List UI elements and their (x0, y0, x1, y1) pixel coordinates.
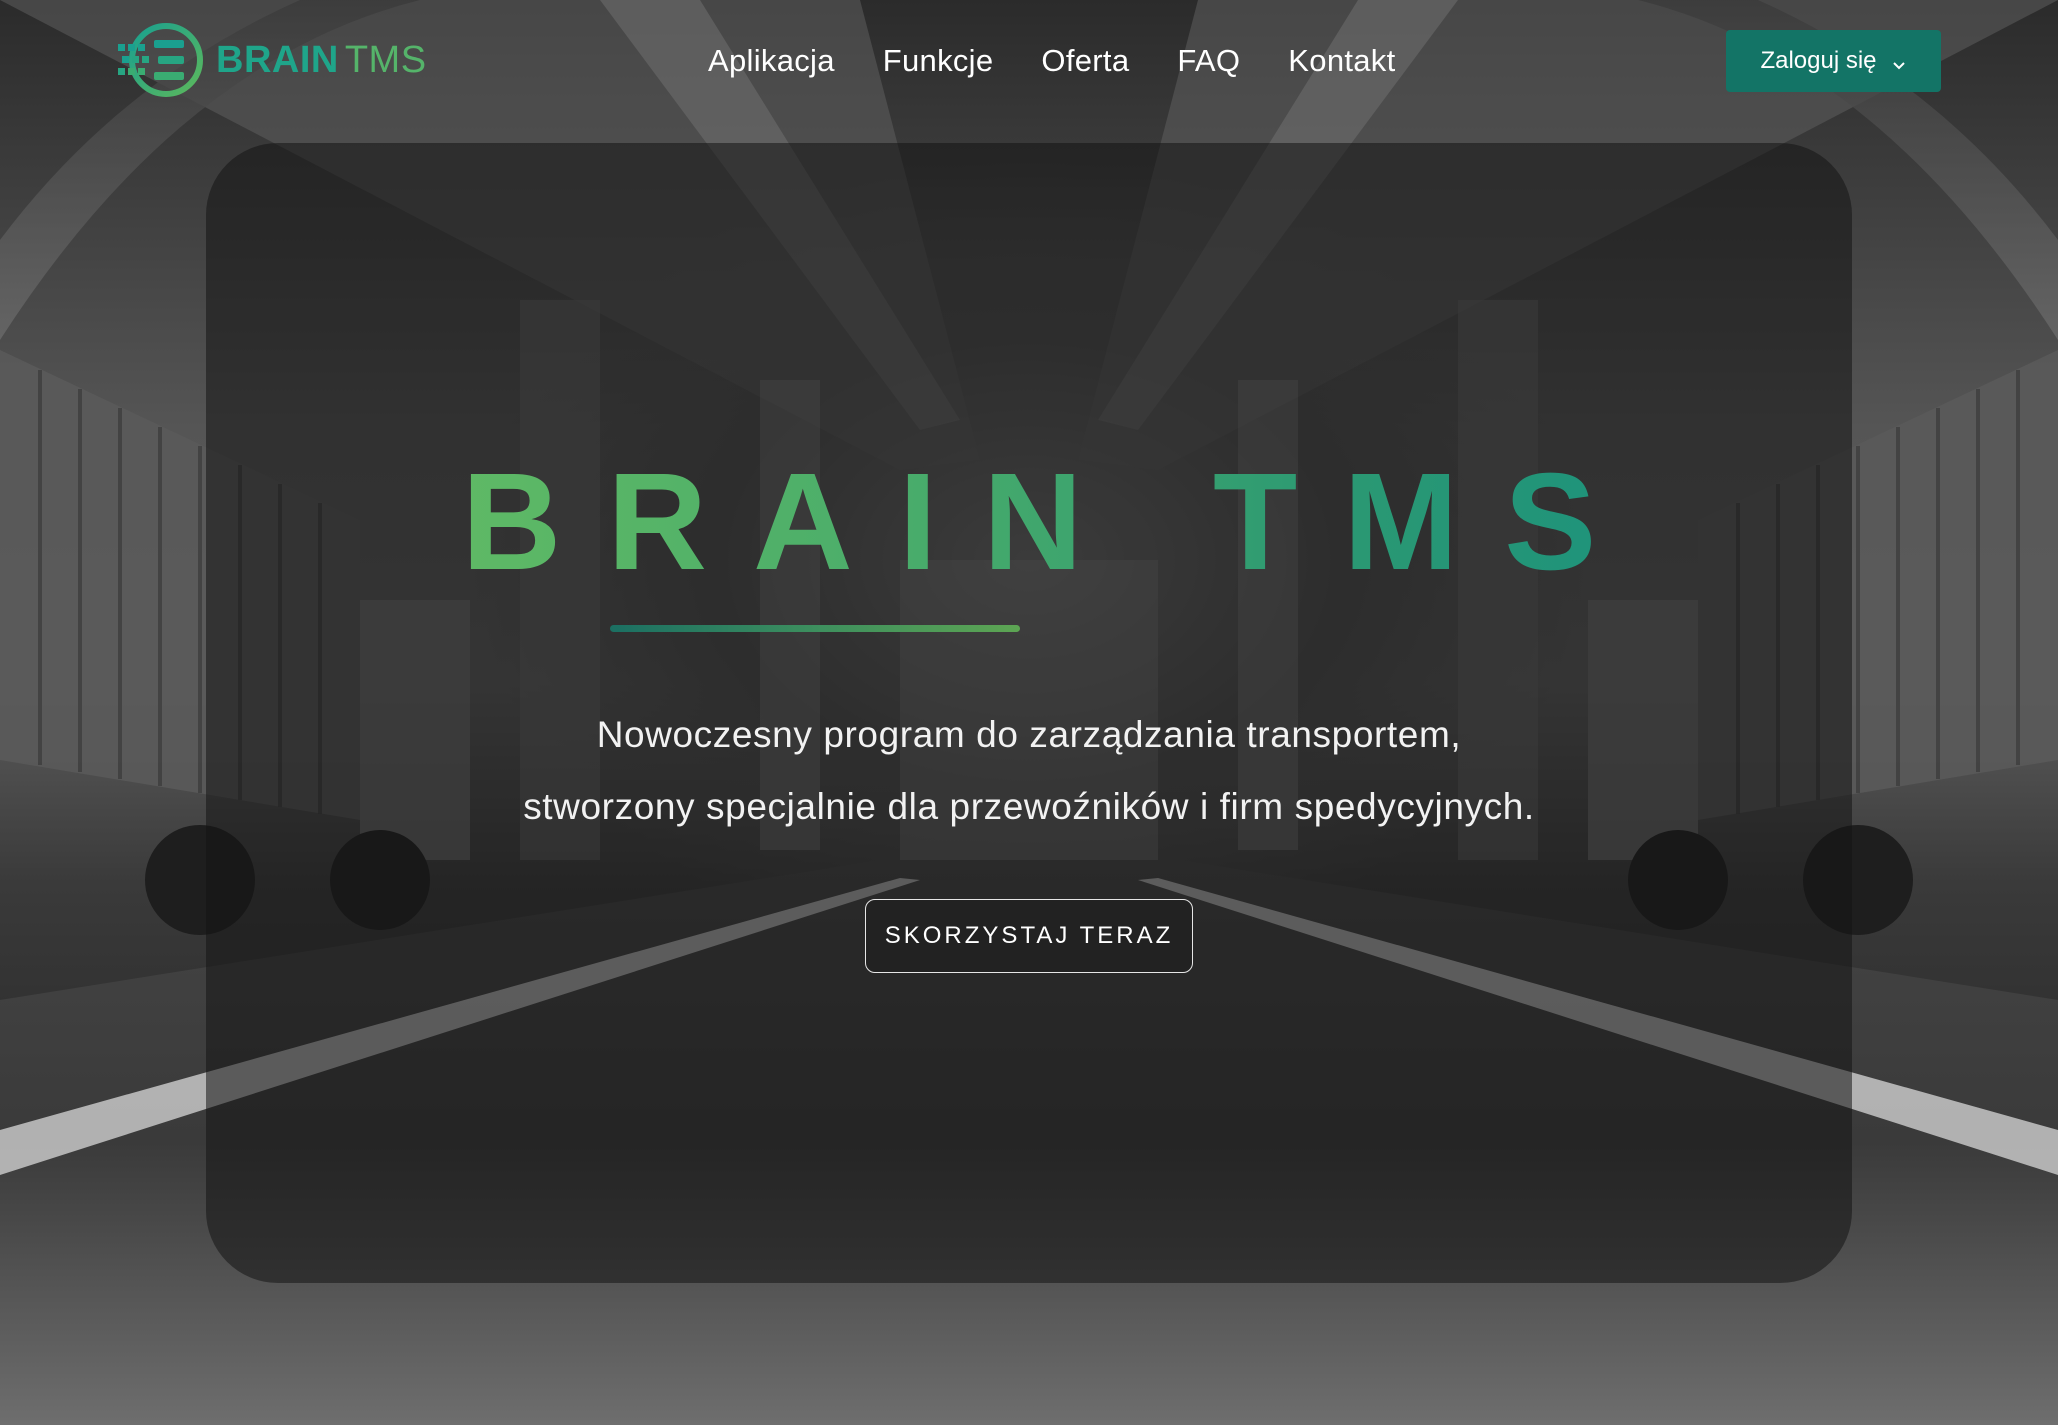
brand-name-light: TMS (344, 38, 427, 81)
hero-card: BRAIN TMS Nowoczesny program do zarządza… (206, 143, 1852, 1283)
brand-logo[interactable]: BRAIN TMS (114, 22, 427, 98)
site-header: BRAIN TMS Aplikacja Funkcje Oferta FAQ K… (0, 0, 2058, 122)
login-button-label: Zaloguj się (1760, 47, 1877, 74)
nav-item-aplikacja[interactable]: Aplikacja (708, 43, 835, 79)
hero-subtitle: Nowoczesny program do zarządzania transp… (206, 699, 1852, 843)
login-dropdown-button[interactable]: Zaloguj się (1726, 30, 1941, 92)
hero-title: BRAIN TMS (206, 443, 1852, 602)
nav-item-funkcje[interactable]: Funkcje (883, 43, 994, 79)
nav-item-kontakt[interactable]: Kontakt (1288, 43, 1395, 79)
hero-divider (610, 625, 1020, 632)
brand-name-bold: BRAIN (216, 38, 339, 81)
hero-subtitle-line-1: Nowoczesny program do zarządzania transp… (596, 714, 1462, 755)
brain-logo-icon (114, 22, 206, 98)
nav-item-oferta[interactable]: Oferta (1041, 43, 1129, 79)
brand-wordmark: BRAIN TMS (216, 39, 427, 82)
cta-button[interactable]: SKORZYSTAJ TERAZ (865, 899, 1193, 973)
main-nav: Aplikacja Funkcje Oferta FAQ Kontakt (708, 38, 1396, 84)
chevron-down-icon (1891, 53, 1907, 70)
nav-item-faq[interactable]: FAQ (1177, 43, 1240, 79)
hero-subtitle-line-2: stworzony specjalnie dla przewoźników i … (523, 786, 1535, 827)
